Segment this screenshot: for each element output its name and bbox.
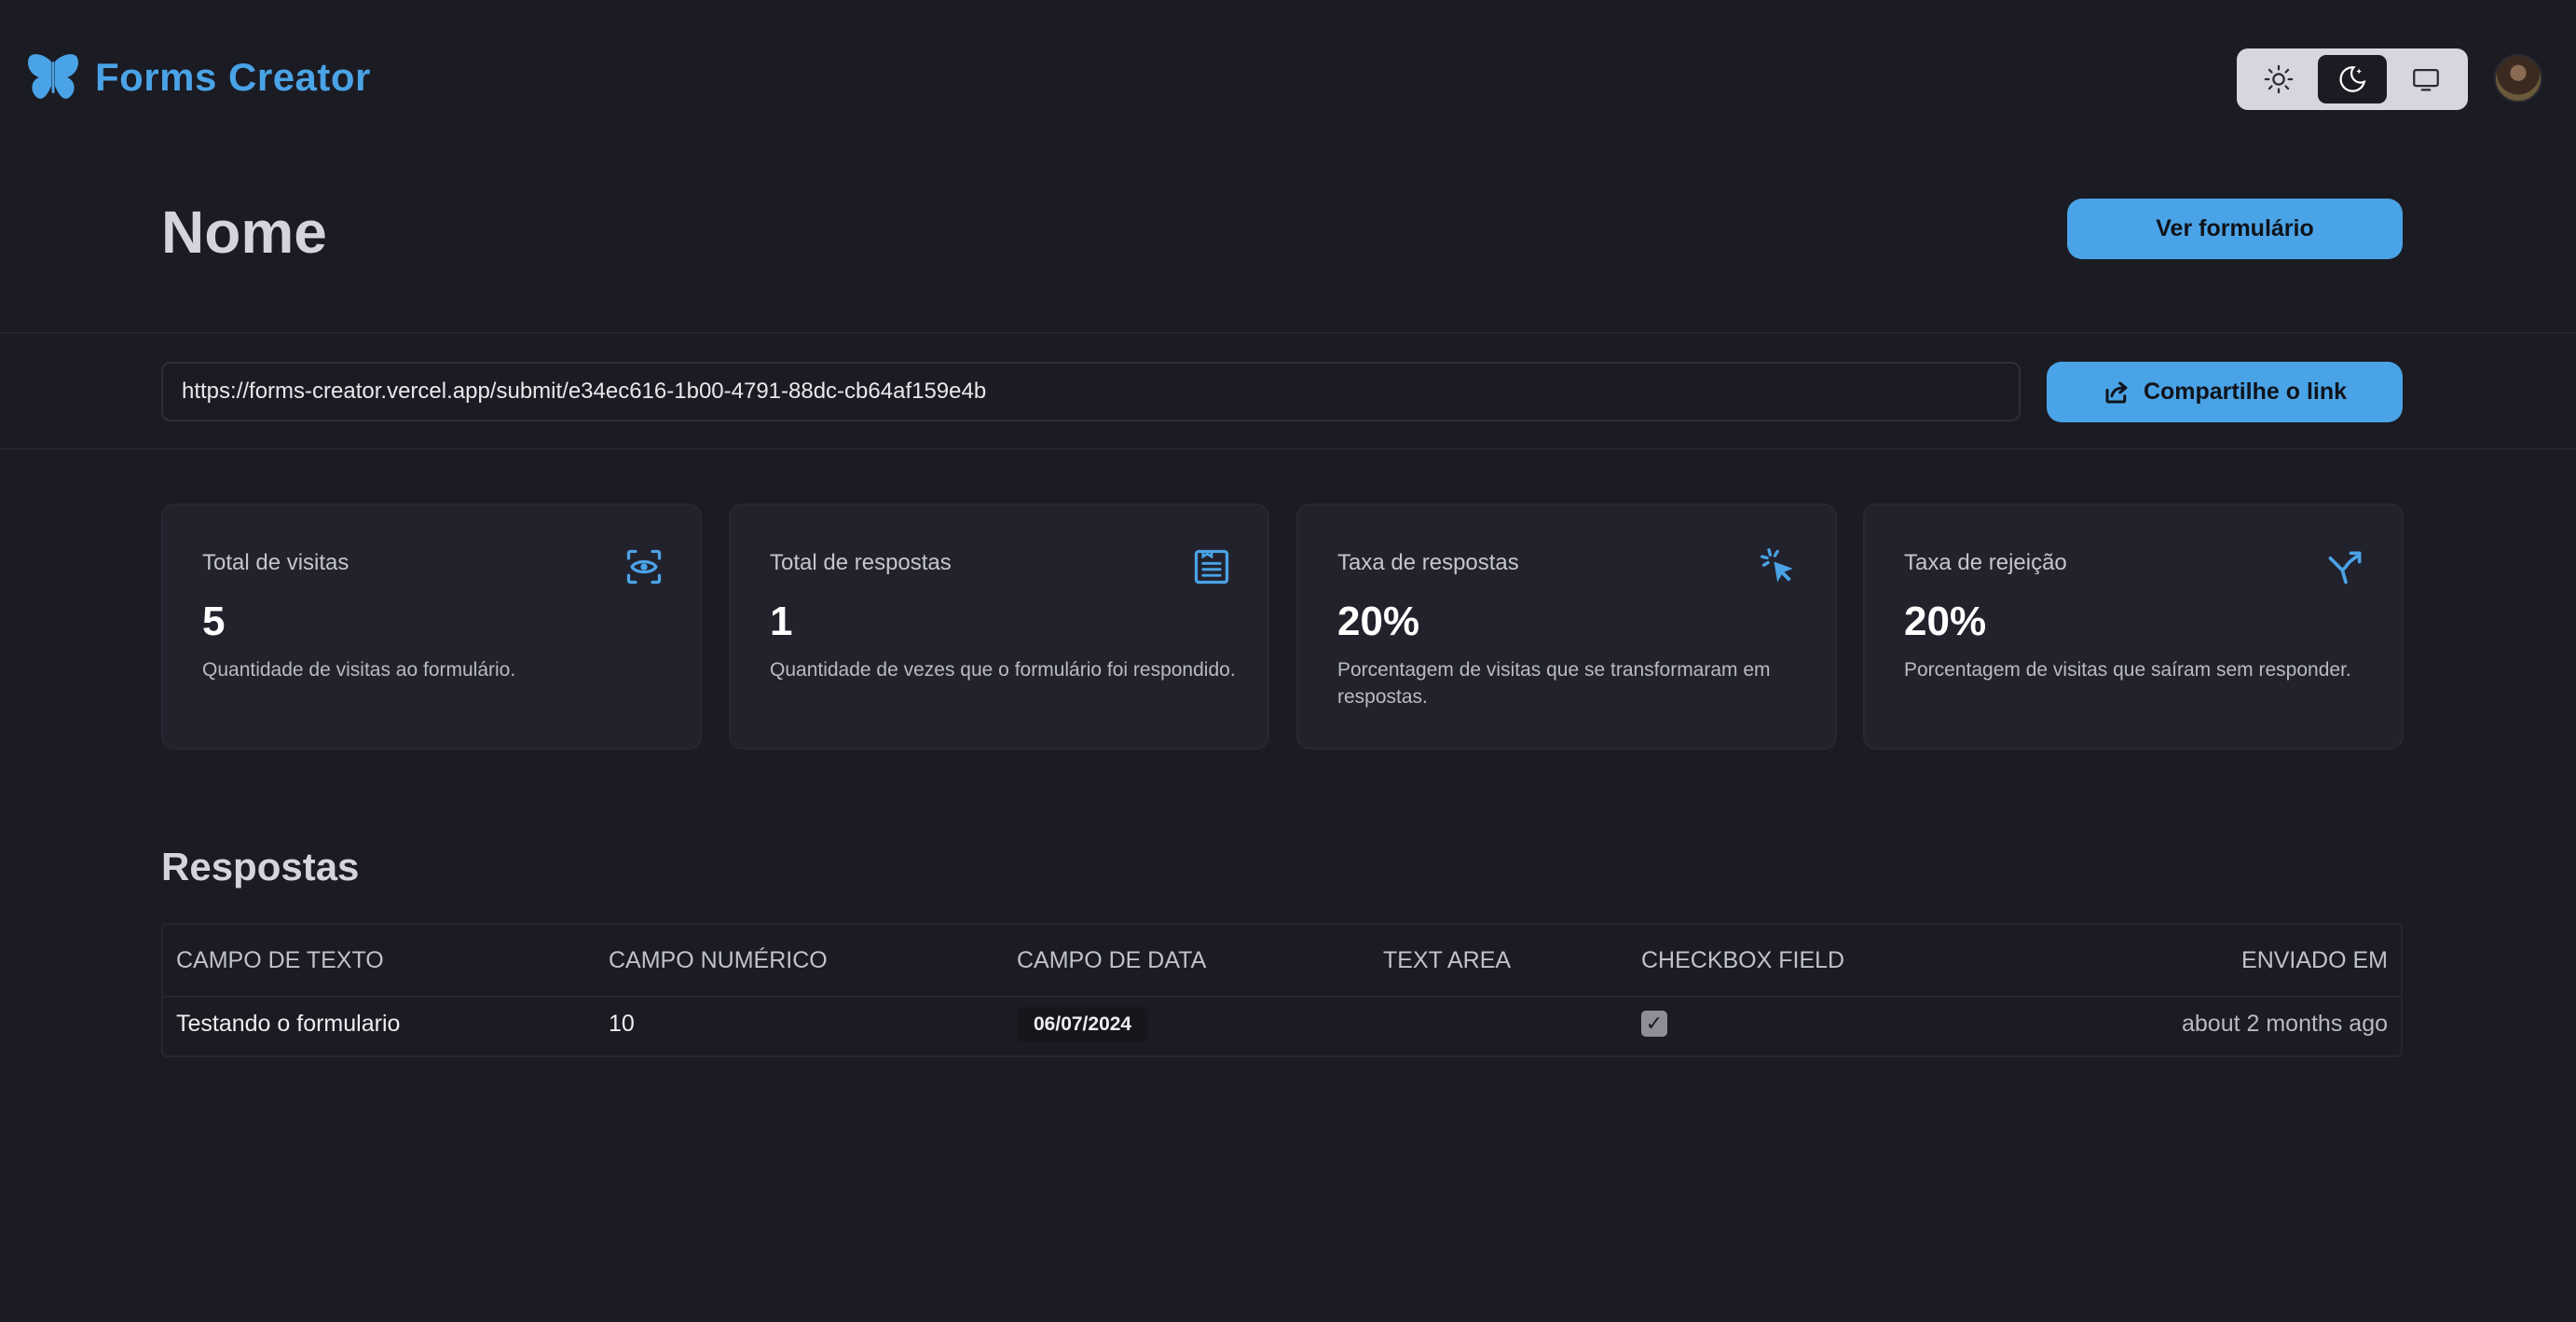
share-link-label: Compartilhe o link <box>2143 379 2348 405</box>
stat-card-responses: Total de respostas 1 Quantidade de vezes… <box>729 503 1269 750</box>
split-arrow-icon <box>2325 546 2366 587</box>
cell-date: 06/07/2024 <box>1017 1007 1149 1042</box>
responses-title: Respostas <box>161 845 360 888</box>
theme-system-button[interactable] <box>2391 55 2460 103</box>
column-header[interactable]: Enviado em <box>2241 947 2388 974</box>
stat-card-response-rate: Taxa de respostas 20% Porcentagem de vis… <box>1296 503 1837 750</box>
cell-sent-at: about 2 months ago <box>2182 1011 2388 1037</box>
check-icon: ✓ <box>1645 1012 1664 1036</box>
cell-text: Testando o formulario <box>176 1011 401 1037</box>
theme-dark-button[interactable] <box>2317 55 2388 103</box>
stat-label: Total de visitas <box>202 550 349 575</box>
stat-description: Porcentagem de visitas que se transforma… <box>1337 659 1771 708</box>
share-link-field[interactable]: https://forms-creator.vercel.app/submit/… <box>161 362 2021 421</box>
top-header: Forms Creator <box>0 0 2576 155</box>
cell-number: 10 <box>609 1011 635 1037</box>
view-form-button[interactable]: Ver formulário <box>2067 199 2403 259</box>
stat-value: 20% <box>1337 599 1420 644</box>
sun-icon <box>2265 64 2294 94</box>
column-header[interactable]: Campo de texto <box>176 947 384 974</box>
stat-value: 5 <box>202 599 226 644</box>
cursor-click-icon <box>1759 546 1800 587</box>
theme-light-button[interactable] <box>2244 55 2314 103</box>
responses-table: Campo de texto Campo Numérico Campo de d… <box>161 923 2403 1057</box>
app-logo[interactable]: Forms Creator <box>26 52 371 103</box>
theme-switcher <box>2237 48 2468 110</box>
column-header[interactable]: Campo Numérico <box>609 947 828 974</box>
monitor-icon <box>2412 68 2439 91</box>
table-header: Campo de texto Campo Numérico Campo de d… <box>163 925 2401 998</box>
cell-checkbox: ✓ <box>1641 1011 1667 1037</box>
stat-label: Taxa de respostas <box>1337 550 1519 575</box>
stat-value: 1 <box>770 599 793 644</box>
share-link-button[interactable]: Compartilhe o link <box>2047 362 2403 422</box>
form-list-icon <box>1191 546 1232 587</box>
stat-card-bounce-rate: Taxa de rejeição 20% Porcentagem de visi… <box>1863 503 2404 750</box>
column-header[interactable]: Campo de data <box>1017 947 1206 974</box>
user-avatar[interactable] <box>2494 54 2542 103</box>
divider <box>0 448 2576 449</box>
stat-card-visits: Total de visitas 5 Quantidade de visitas… <box>161 503 702 750</box>
stat-description: Porcentagem de visitas que saíram sem re… <box>1904 659 2351 681</box>
page-title: Nome <box>161 199 327 266</box>
stat-value: 20% <box>1904 599 1987 644</box>
share-icon <box>2105 381 2128 403</box>
column-header[interactable]: Checkbox field <box>1641 947 1844 974</box>
stat-description: Quantidade de visitas ao formulário. <box>202 659 516 681</box>
column-header[interactable]: Text area <box>1383 947 1511 974</box>
app-name: Forms Creator <box>95 55 371 99</box>
stat-label: Total de respostas <box>770 550 952 575</box>
stat-description: Quantidade de vezes que o formulário foi… <box>770 659 1236 681</box>
butterfly-icon <box>26 52 80 103</box>
moon-icon <box>2339 66 2366 92</box>
stat-label: Taxa de rejeição <box>1904 550 2067 575</box>
eye-icon <box>623 546 665 587</box>
divider <box>0 332 2576 334</box>
